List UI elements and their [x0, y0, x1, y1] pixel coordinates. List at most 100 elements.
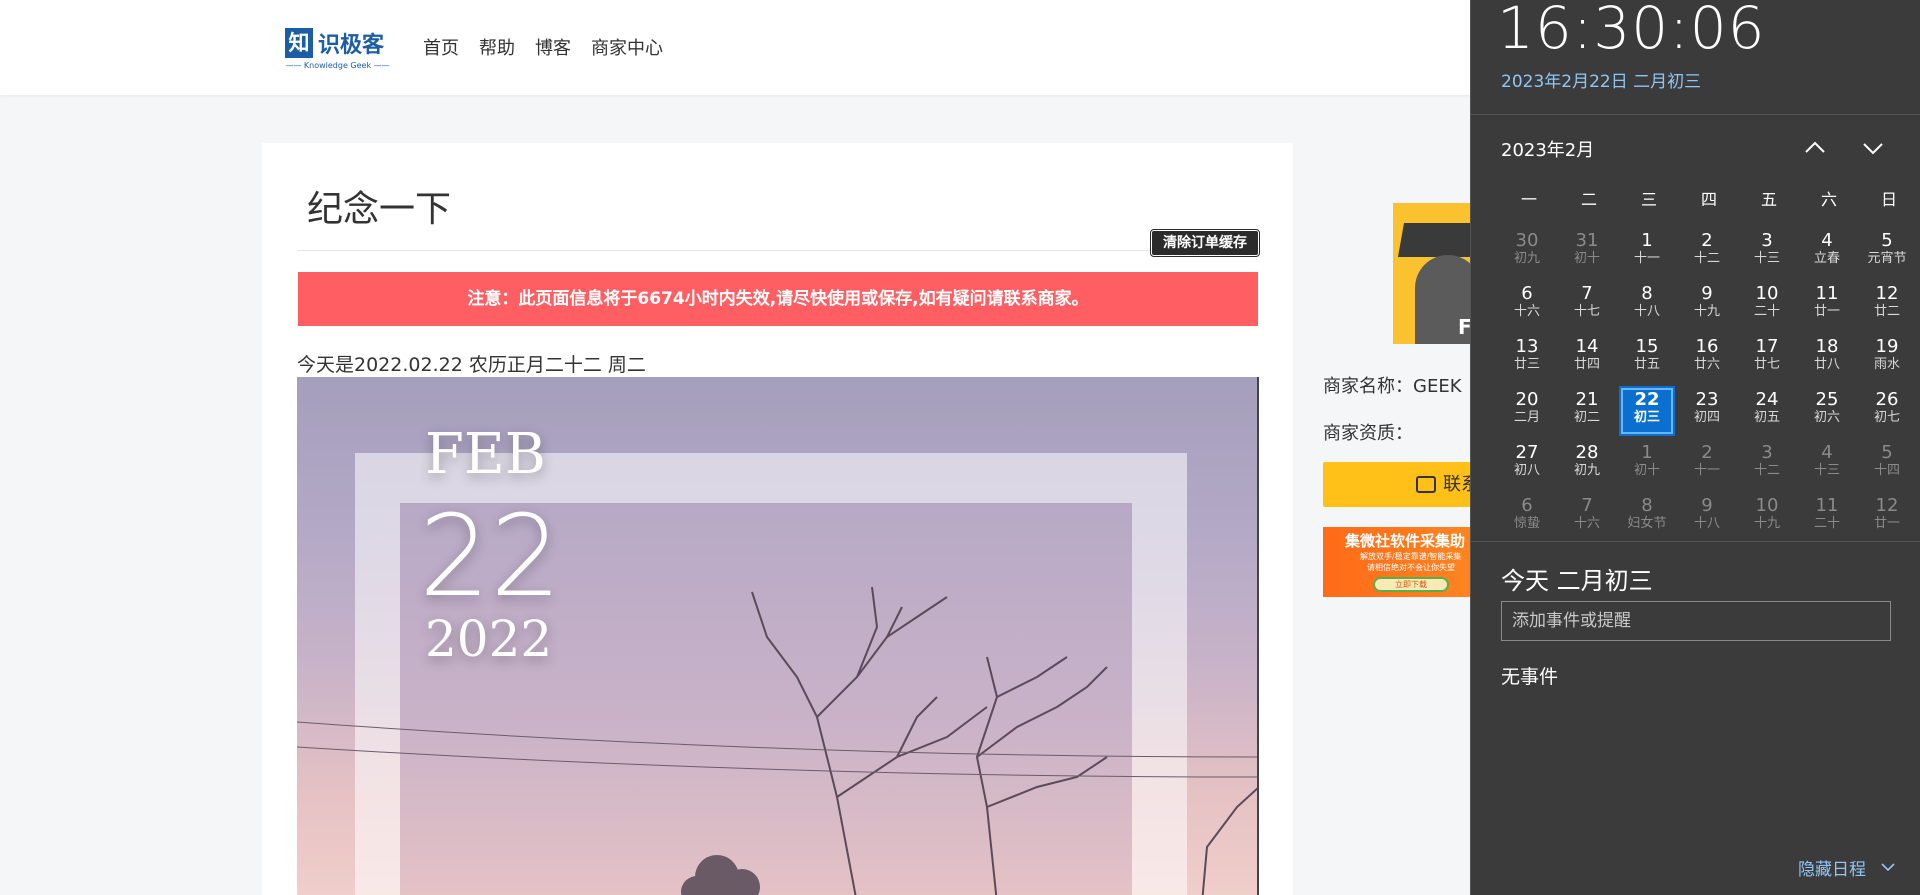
calendar-day[interactable]: 1 初十 [1619, 439, 1675, 489]
calendar-day[interactable]: 23 初四 [1679, 386, 1735, 436]
nav-home[interactable]: 首页 [423, 34, 459, 60]
lunar-date: 十四 [1873, 463, 1900, 478]
chevron-down-icon[interactable] [1862, 137, 1884, 159]
lunar-date: 二十 [1753, 304, 1780, 319]
ad-download-button[interactable]: 立即下载 [1373, 577, 1449, 592]
calendar-day[interactable]: 31 初十 [1559, 227, 1615, 277]
lunar-date: 十六 [1573, 516, 1600, 531]
day-number: 13 [1515, 336, 1539, 357]
calendar-day[interactable]: 27 初八 [1499, 439, 1555, 489]
calendar-day[interactable]: 18 廿八 [1799, 333, 1855, 383]
calendar-day[interactable]: 28 初九 [1559, 439, 1615, 489]
calendar-day[interactable]: 9 十八 [1679, 492, 1735, 542]
nav-merchant-center[interactable]: 商家中心 [591, 34, 663, 60]
day-number: 4 [1821, 442, 1833, 463]
calendar-day[interactable]: 7 十六 [1559, 492, 1615, 542]
calendar-day[interactable]: 3 十三 [1739, 227, 1795, 277]
lunar-date: 十三 [1753, 251, 1780, 266]
lunar-date: 廿一 [1873, 516, 1900, 531]
calendar-day[interactable]: 4 十三 [1799, 439, 1855, 489]
site-logo[interactable]: 知 识极客 —— Knowledge Geek —— [285, 26, 397, 72]
day-number: 5 [1881, 230, 1893, 251]
day-number: 9 [1701, 495, 1713, 516]
calendar-day[interactable]: 4 立春 [1799, 227, 1855, 277]
calendar-day[interactable]: 12 廿二 [1859, 280, 1915, 330]
lunar-date: 雨水 [1873, 357, 1900, 372]
calendar-day[interactable]: 5 十四 [1859, 439, 1915, 489]
flyout-divider [1471, 114, 1920, 115]
flyout-divider [1471, 541, 1920, 542]
lunar-date: 初八 [1513, 463, 1540, 478]
lunar-date: 十一 [1633, 251, 1660, 266]
lunar-date: 廿二 [1873, 304, 1900, 319]
calendar-day[interactable]: 1 十一 [1619, 227, 1675, 277]
calendar-day[interactable]: 3 十二 [1739, 439, 1795, 489]
day-number: 24 [1755, 389, 1779, 410]
calendar-day[interactable]: 9 十九 [1679, 280, 1735, 330]
calendar-day[interactable]: 8 十八 [1619, 280, 1675, 330]
calendar-day[interactable]: 11 廿一 [1799, 280, 1855, 330]
day-number: 6 [1521, 283, 1533, 304]
weekday-sun: 日 [1880, 190, 1897, 209]
clear-cache-button[interactable]: 清除订单缓存 [1150, 229, 1260, 257]
lunar-date: 廿五 [1633, 357, 1660, 372]
photo-month: FEB [425, 422, 546, 487]
lunar-date: 十六 [1513, 304, 1540, 319]
calendar-day[interactable]: 17 廿七 [1739, 333, 1795, 383]
calendar-day[interactable]: 7 十七 [1559, 280, 1615, 330]
lunar-date: 元宵节 [1867, 251, 1907, 266]
calendar-day[interactable]: 2 十一 [1679, 439, 1735, 489]
day-number: 17 [1755, 336, 1779, 357]
chevron-down-icon[interactable] [1881, 860, 1895, 874]
nav-help[interactable]: 帮助 [479, 34, 515, 60]
calendar-day[interactable]: 5 元宵节 [1859, 227, 1915, 277]
month-title[interactable]: 2023年2月 [1501, 136, 1594, 162]
calendar-day[interactable]: 6 惊蛰 [1499, 492, 1555, 542]
content-card: 纪念一下 清除订单缓存 注意：此页面信息将于6674小时内失效,请尽快使用或保存… [262, 143, 1293, 895]
day-number: 3 [1761, 230, 1773, 251]
calendar-day[interactable]: 13 廿三 [1499, 333, 1555, 383]
lunar-date: 初九 [1513, 251, 1540, 266]
calendar-day[interactable]: 10 十九 [1739, 492, 1795, 542]
calendar-day[interactable]: 15 廿五 [1619, 333, 1675, 383]
calendar-day[interactable]: 21 初二 [1559, 386, 1615, 436]
day-number: 26 [1875, 389, 1899, 410]
calendar-day[interactable]: 6 十六 [1499, 280, 1555, 330]
lunar-date: 立春 [1813, 251, 1840, 266]
weekday-sat: 六 [1820, 190, 1837, 209]
day-number: 1 [1641, 230, 1653, 251]
weekday-thu: 四 [1700, 190, 1717, 209]
calendar-day[interactable]: 19 雨水 [1859, 333, 1915, 383]
calendar-day[interactable]: 12 廿一 [1859, 492, 1915, 542]
expiry-notice: 注意：此页面信息将于6674小时内失效,请尽快使用或保存,如有疑问请联系商家。 [298, 272, 1258, 326]
day-number: 10 [1755, 495, 1779, 516]
clock-date-link[interactable]: 2023年2月22日 二月初三 [1501, 67, 1701, 92]
chevron-up-icon[interactable] [1804, 137, 1826, 159]
calendar-day-today[interactable]: 22 初三 [1619, 386, 1675, 436]
ad-line-2: 请相信绝对不会让你失望 [1367, 563, 1455, 572]
calendar-day[interactable]: 24 初五 [1739, 386, 1795, 436]
day-number: 12 [1875, 495, 1899, 516]
hide-agenda-link[interactable]: 隐藏日程 [1798, 855, 1866, 880]
lunar-date: 十九 [1693, 304, 1720, 319]
add-event-input[interactable] [1501, 601, 1891, 641]
lunar-date: 初十 [1573, 251, 1600, 266]
day-number: 2 [1701, 442, 1713, 463]
calendar-day[interactable]: 8 妇女节 [1619, 492, 1675, 542]
merchant-name: 商家名称：GEEK [1323, 376, 1462, 397]
calendar-day[interactable]: 11 二十 [1799, 492, 1855, 542]
calendar-day[interactable]: 30 初九 [1499, 227, 1555, 277]
lunar-date: 初六 [1813, 410, 1840, 425]
calendar-day[interactable]: 26 初七 [1859, 386, 1915, 436]
nav-blog[interactable]: 博客 [535, 34, 571, 60]
calendar-day[interactable]: 14 廿四 [1559, 333, 1615, 383]
calendar-day[interactable]: 20 二月 [1499, 386, 1555, 436]
lunar-date: 初七 [1873, 410, 1900, 425]
calendar-day[interactable]: 10 二十 [1739, 280, 1795, 330]
day-number: 21 [1575, 389, 1599, 410]
calendar-day[interactable]: 16 廿六 [1679, 333, 1735, 383]
calendar-day[interactable]: 25 初六 [1799, 386, 1855, 436]
day-number: 7 [1581, 283, 1593, 304]
day-number: 20 [1515, 389, 1539, 410]
calendar-day[interactable]: 2 十二 [1679, 227, 1735, 277]
